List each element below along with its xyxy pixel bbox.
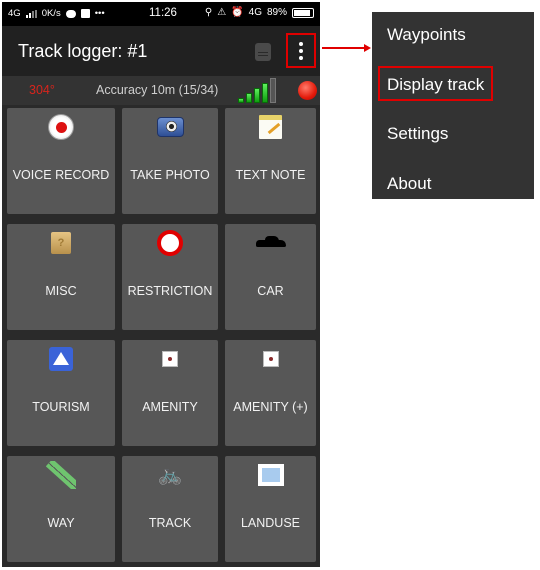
phone-screen: 4G 0K/s ••• 11:26 ⚲ ⚠ ⏰ 4G 89% Track log… — [2, 2, 320, 567]
chat-icon — [65, 9, 76, 18]
tile-take-photo[interactable]: TAKE PHOTO — [122, 108, 218, 214]
menu-item-about[interactable]: About — [372, 164, 534, 204]
more-vert-icon — [299, 41, 303, 46]
gps-signal-bar — [262, 83, 268, 103]
poi-button-grid: VOICE RECORD TAKE PHOTO TEXT NOTE ? MISC … — [7, 108, 318, 562]
shopping-bag-icon — [80, 9, 90, 18]
tile-tourism[interactable]: TOURISM — [7, 340, 115, 446]
tile-misc[interactable]: ? MISC — [7, 224, 115, 330]
app-title: Track logger: #1 — [18, 41, 148, 61]
bicycle-icon: 🚲 — [157, 464, 183, 486]
tent-icon — [49, 347, 73, 371]
record-icon — [48, 114, 74, 140]
alarm-icon: ⏰ — [231, 7, 244, 18]
location-icon: ⚲ — [204, 7, 213, 18]
restriction-icon — [157, 230, 183, 256]
tile-car[interactable]: CAR — [225, 224, 316, 330]
status-left: 4G 0K/s ••• — [8, 8, 105, 19]
tile-label: VOICE RECORD — [12, 168, 110, 182]
tile-restriction[interactable]: RESTRICTION — [122, 224, 218, 330]
record-status-icon[interactable] — [298, 81, 317, 100]
gps-signal-bar — [254, 88, 260, 103]
app-bar: Track logger: #1 — [2, 26, 320, 76]
tile-amenity[interactable]: AMENITY — [122, 340, 218, 446]
clock: 11:26 — [149, 7, 177, 19]
status-right: ⚲ ⚠ ⏰ 4G 89% — [205, 7, 314, 18]
tile-landuse[interactable]: LANDUSE — [225, 456, 316, 562]
tile-text-note[interactable]: TEXT NOTE — [225, 108, 316, 214]
overflow-menu: Waypoints Display track Settings About — [372, 12, 534, 199]
tile-label: LANDUSE — [240, 516, 301, 530]
tile-label: TAKE PHOTO — [130, 168, 210, 182]
car-icon — [255, 236, 286, 250]
battery-icon — [292, 7, 314, 18]
tile-label: TEXT NOTE — [235, 168, 306, 182]
more-notifications-icon: ••• — [94, 8, 105, 19]
tile-label: RESTRICTION — [127, 284, 213, 298]
menu-item-waypoints[interactable]: Waypoints — [372, 15, 534, 55]
battery-percent: 89% — [266, 7, 287, 18]
cell-signal-icon — [25, 9, 37, 18]
tile-label: WAY — [47, 516, 75, 530]
mute-icon: ⚠ — [217, 7, 227, 18]
tile-label: TOURISM — [32, 400, 90, 414]
overflow-menu-button[interactable] — [286, 33, 316, 68]
amenity-icon — [262, 351, 279, 367]
menu-item-display-track[interactable]: Display track — [372, 65, 534, 105]
network-type-right: 4G — [248, 7, 262, 18]
tile-label: MISC — [45, 284, 77, 298]
data-speed: 0K/s — [41, 8, 61, 19]
tile-label: AMENITY (+) — [233, 400, 308, 414]
gps-signal-icon — [238, 78, 276, 103]
gps-signal-bar — [246, 93, 252, 103]
tile-track[interactable]: 🚲 TRACK — [122, 456, 218, 562]
gps-accuracy: Accuracy 10m (15/34) — [96, 83, 219, 97]
tile-amenity-plus[interactable]: AMENITY (+) — [225, 340, 316, 446]
status-bar: 4G 0K/s ••• 11:26 ⚲ ⚠ ⏰ 4G 89% — [2, 2, 320, 26]
tile-label: CAR — [257, 284, 284, 298]
tile-way[interactable]: WAY — [7, 456, 115, 562]
tile-voice-record[interactable]: VOICE RECORD — [7, 108, 115, 214]
menu-item-settings[interactable]: Settings — [372, 114, 534, 154]
amenity-icon — [162, 351, 178, 367]
annotation-arrow — [322, 44, 371, 52]
network-type: 4G — [8, 8, 21, 19]
gps-signal-bar — [270, 78, 276, 103]
box-icon: ? — [51, 232, 71, 254]
gps-signal-bar — [238, 98, 244, 103]
note-icon — [259, 115, 282, 139]
way-icon — [46, 461, 76, 489]
tile-label: TRACK — [148, 516, 192, 530]
tile-label: AMENITY — [142, 400, 198, 414]
camera-icon — [156, 117, 184, 137]
compass-heading: 304° — [29, 83, 55, 97]
document-icon[interactable] — [255, 43, 271, 61]
landuse-icon — [257, 464, 284, 486]
